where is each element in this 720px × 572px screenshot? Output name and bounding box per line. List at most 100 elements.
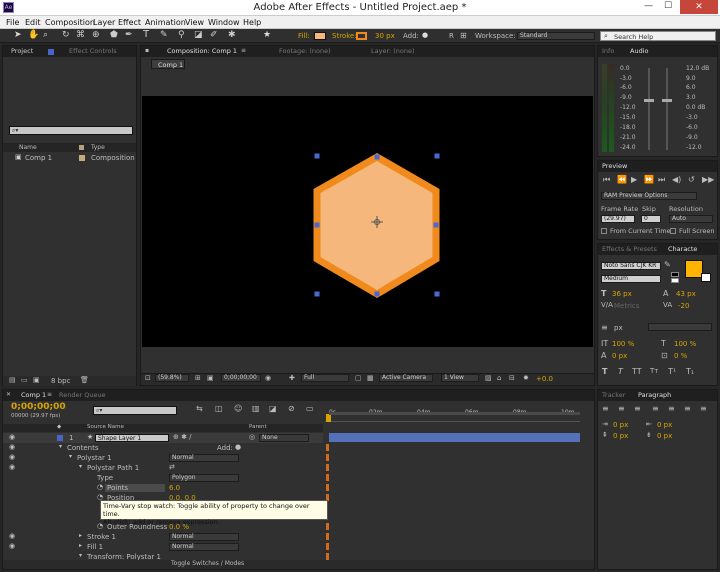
tab-effects-presets[interactable]: Effects & Presets [602, 245, 657, 254]
last-frame-icon[interactable]: ⏭ [658, 176, 665, 184]
pan-behind-tool-icon[interactable]: ⊕ [92, 31, 100, 40]
blend-mode-select[interactable]: Normal [169, 454, 239, 462]
align-center-icon[interactable]: ≡ [618, 405, 625, 413]
add-icon[interactable]: ● [422, 32, 428, 39]
polystar-type-select[interactable]: Polygon [169, 474, 239, 482]
stroke-width-value[interactable]: 30 px [375, 33, 395, 40]
keyframe-marker[interactable] [326, 484, 329, 491]
indent-right-value[interactable]: 0 px [657, 422, 672, 429]
new-folder-icon[interactable]: ▭ [21, 377, 28, 384]
magnifier-icon[interactable]: ⊡ [145, 375, 151, 382]
baseline-shift-value[interactable]: 0 px [612, 353, 627, 360]
pick-whip-icon[interactable]: ◎ [249, 434, 255, 441]
menu-view[interactable]: View [185, 18, 204, 27]
stroke-style-select[interactable] [648, 323, 712, 331]
faux-bold-button[interactable]: T [602, 368, 607, 376]
exposure-value[interactable]: +0.0 [536, 376, 553, 383]
path-direction-icon[interactable]: ⇄ [169, 464, 175, 471]
menu-window[interactable]: Window [208, 18, 240, 27]
timeline-search-input[interactable]: ⌕▾ [93, 406, 177, 415]
eye-icon[interactable]: ◉ [9, 533, 15, 540]
audio-slider-handle[interactable] [644, 99, 654, 102]
graph-editor-icon[interactable]: ⊘ [288, 405, 295, 413]
eye-icon[interactable]: ◉ [9, 464, 15, 471]
rotate-tool-icon[interactable]: ↻ [62, 31, 70, 40]
blend-mode-select[interactable]: Normal [169, 533, 239, 541]
comp-mini-flowchart-icon[interactable]: ⇆ [196, 405, 203, 413]
first-frame-icon[interactable]: ⏮ [603, 176, 610, 184]
motion-blur-icon[interactable]: ◪ [269, 405, 277, 413]
property-value[interactable]: 6.0 [169, 485, 180, 492]
twirl-icon[interactable]: ▾ [59, 444, 62, 450]
horizontal-scale-value[interactable]: 100 % [674, 341, 696, 348]
layer-duration-bar[interactable] [329, 433, 580, 442]
roto-brush-tool-icon[interactable]: ✐ [210, 31, 218, 40]
keyframe-marker[interactable] [326, 543, 329, 550]
keyframe-marker[interactable] [326, 444, 329, 451]
toggle-switches-modes-button[interactable]: Toggle Switches / Modes [171, 561, 244, 567]
skip-select[interactable]: 0 [641, 215, 661, 223]
superscript-button[interactable]: T¹ [668, 368, 676, 376]
kerning-value[interactable]: Metrics [614, 303, 639, 310]
frame-rate-select[interactable]: (29.97) [601, 215, 635, 223]
draft-3d-icon[interactable]: ◫ [215, 405, 223, 413]
property-row-polystar-path[interactable]: ◉ ▾ Polystar Path 1 ⇄ [3, 463, 323, 473]
all-caps-button[interactable]: TT [632, 368, 642, 376]
play-icon[interactable]: ▶ [631, 176, 637, 184]
property-row-stroke[interactable]: ◉ ▸ Stroke 1 Normal [3, 532, 323, 542]
menu-animation[interactable]: Animation [145, 18, 186, 27]
mask-tool-icon[interactable]: ⬟ [110, 31, 118, 40]
justify-center-icon[interactable]: ≡ [668, 405, 675, 413]
resolution-select[interactable]: Full [301, 374, 349, 382]
font-family-select[interactable]: Noto Sans CJK KR [601, 262, 661, 270]
resolution-select[interactable]: Auto [669, 215, 713, 223]
column-name[interactable]: Name [19, 145, 37, 151]
leading-value[interactable]: 43 px [676, 291, 696, 298]
tab-audio[interactable]: Audio [630, 47, 648, 56]
property-row-fill[interactable]: ◉ ▸ Fill 1 Normal [3, 542, 323, 552]
justify-right-icon[interactable]: ≡ [684, 405, 691, 413]
stroke-color-swatch[interactable] [701, 273, 711, 282]
column-type[interactable]: Type [91, 145, 105, 151]
column-parent[interactable]: Parent [249, 424, 267, 431]
zoom-select[interactable]: (59.8%) [155, 374, 189, 382]
current-time-indicator[interactable] [326, 414, 331, 422]
tab-comp-timeline[interactable]: Comp 1 [21, 391, 46, 400]
keyframe-marker[interactable] [326, 474, 329, 481]
menu-file[interactable]: File [6, 18, 19, 27]
align-right-icon[interactable]: ≡ [634, 405, 641, 413]
column-source-name[interactable]: Source Name [87, 424, 124, 431]
audio-slider-right[interactable] [666, 68, 668, 150]
eyedropper-icon[interactable]: ✎ [664, 261, 671, 269]
property-row-contents[interactable]: ◉ ▾ Contents Add: ● [3, 443, 323, 453]
black-swatch[interactable] [671, 272, 679, 277]
layer-row[interactable]: ◉ 1 ★ Shape Layer 1 ⊕ ✱ / ◎ None [3, 433, 323, 443]
ram-preview-options-select[interactable]: RAM Preview Options [601, 192, 697, 200]
tab-composition[interactable]: Composition: Comp 1 [167, 47, 237, 56]
grid-overlay-icon[interactable]: ⊞ [195, 375, 201, 382]
property-row-polystar[interactable]: ◉ ▾ Polystar 1 Normal [3, 453, 323, 463]
frame-blending-icon[interactable]: ▥ [252, 405, 260, 413]
minimize-button[interactable]: — [644, 2, 653, 11]
panel-menu-icon[interactable]: ≡ [47, 392, 52, 398]
tab-tracker[interactable]: Tracker [602, 391, 625, 400]
brainstorm-icon[interactable]: ▭ [306, 405, 314, 413]
twirl-icon[interactable]: ▾ [79, 464, 82, 470]
justify-all-icon[interactable]: ≡ [700, 405, 707, 413]
exposure-icon[interactable]: ✸ [523, 375, 529, 382]
parent-select[interactable]: None [259, 434, 309, 442]
stopwatch-icon[interactable]: ◔ [97, 484, 103, 491]
tab-render-queue[interactable]: Render Queue [59, 391, 106, 400]
menu-edit[interactable]: Edit [25, 18, 41, 27]
justify-left-icon[interactable]: ≡ [652, 405, 659, 413]
tab-preview[interactable]: Preview [602, 162, 627, 171]
from-current-time-checkbox[interactable] [601, 228, 607, 234]
shy-layers-icon[interactable]: ☺ [234, 405, 242, 413]
lock-icon[interactable]: ▪ [145, 48, 149, 54]
space-before-value[interactable]: 0 px [613, 433, 628, 440]
pen-tool-icon[interactable]: ✒ [125, 31, 133, 40]
brush-tool-icon[interactable]: ✎ [160, 31, 168, 40]
work-area-bar[interactable] [329, 412, 580, 415]
r-toggle[interactable]: R [449, 33, 454, 40]
small-caps-button[interactable]: Tт [650, 368, 658, 375]
